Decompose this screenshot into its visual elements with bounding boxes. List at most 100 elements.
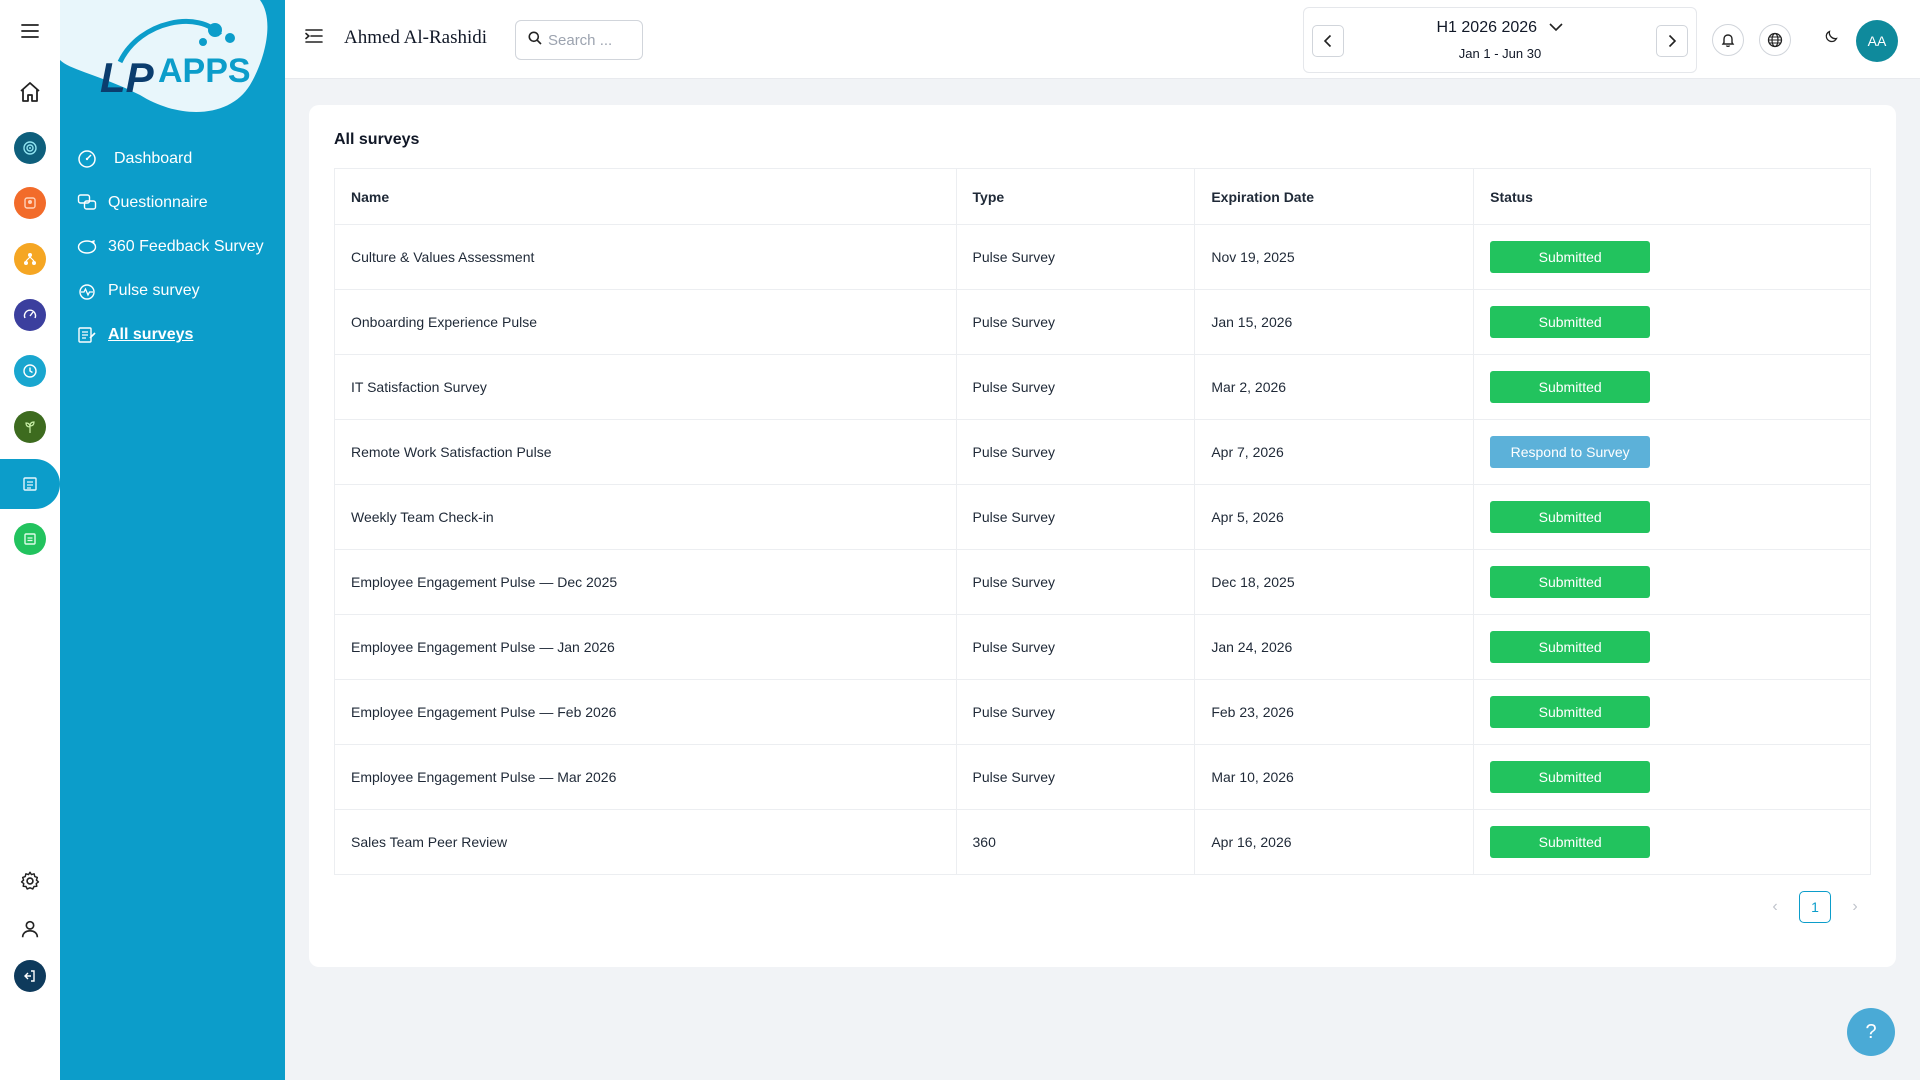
column-header-expiration-date: Expiration Date bbox=[1194, 168, 1475, 225]
sidebar-item-label: All surveys bbox=[108, 326, 194, 343]
module-sidebar: LP APPS Dashboard Questionnaire 360 Feed… bbox=[60, 0, 285, 1080]
sidebar-nav: Dashboard Questionnaire 360 Feedback Sur… bbox=[60, 137, 285, 357]
table-row: Employee Engagement Pulse — Mar 2026 Pul… bbox=[334, 744, 1871, 810]
survey-type: Pulse Survey bbox=[955, 679, 1196, 745]
user-name: Ahmed Al-Rashidi bbox=[344, 27, 488, 48]
survey-type: Pulse Survey bbox=[955, 289, 1196, 355]
survey-type: Pulse Survey bbox=[955, 224, 1196, 290]
survey-type: Pulse Survey bbox=[955, 614, 1196, 680]
search-icon bbox=[528, 31, 542, 50]
survey-type: Pulse Survey bbox=[955, 484, 1196, 550]
status-badge: Submitted bbox=[1490, 501, 1651, 533]
survey-expiration-date: Nov 19, 2025 bbox=[1194, 224, 1475, 290]
table-row: Employee Engagement Pulse — Dec 2025 Pul… bbox=[334, 549, 1871, 615]
survey-name: Employee Engagement Pulse — Jan 2026 bbox=[334, 614, 957, 680]
logout-icon[interactable] bbox=[0, 954, 60, 998]
next-period-button[interactable] bbox=[1656, 25, 1688, 57]
search-input[interactable] bbox=[548, 31, 638, 49]
chat-bubbles-icon bbox=[76, 192, 98, 214]
bell-icon[interactable] bbox=[1712, 24, 1744, 56]
status-badge: Submitted bbox=[1490, 566, 1651, 598]
sidebar-item-pulse-survey[interactable]: Pulse survey bbox=[60, 269, 285, 313]
dark-mode-moon-icon[interactable] bbox=[1824, 28, 1840, 49]
column-header-status: Status bbox=[1473, 168, 1871, 225]
survey-expiration-date: Apr 5, 2026 bbox=[1194, 484, 1475, 550]
status-badge: Submitted bbox=[1490, 696, 1651, 728]
column-header-name: Name bbox=[334, 168, 957, 225]
table-row: IT Satisfaction Survey Pulse Survey Mar … bbox=[334, 354, 1871, 420]
survey-name: Culture & Values Assessment bbox=[334, 224, 957, 290]
status-badge: Submitted bbox=[1490, 241, 1651, 273]
page-number-button[interactable]: 1 bbox=[1799, 891, 1831, 923]
table-row: Weekly Team Check-in Pulse Survey Apr 5,… bbox=[334, 484, 1871, 550]
page-title: All surveys bbox=[334, 131, 420, 148]
table-row: Employee Engagement Pulse — Feb 2026 Pul… bbox=[334, 679, 1871, 745]
svg-text:APPS: APPS bbox=[158, 52, 251, 90]
period-title: H1 2026 2026 bbox=[1436, 19, 1538, 37]
sidebar-item-360-feedback[interactable]: 360 Feedback Survey bbox=[60, 225, 285, 269]
survey-name: IT Satisfaction Survey bbox=[334, 354, 957, 420]
hamburger-menu-icon[interactable] bbox=[0, 9, 60, 53]
table-header-row: Name Type Expiration Date Status bbox=[334, 168, 1871, 225]
sidebar-item-label: 360 Feedback Survey bbox=[108, 238, 264, 255]
home-icon[interactable] bbox=[0, 70, 60, 114]
table-row: Sales Team Peer Review 360 Apr 16, 2026 … bbox=[334, 809, 1871, 875]
svg-text:LP: LP bbox=[100, 54, 155, 101]
settings-gear-icon[interactable] bbox=[0, 859, 60, 903]
gauge-icon bbox=[76, 148, 98, 170]
user-profile-icon[interactable] bbox=[0, 907, 60, 951]
growth-app-icon[interactable] bbox=[0, 405, 60, 449]
next-page-icon[interactable]: › bbox=[1840, 898, 1870, 916]
pulse-survey-icon bbox=[76, 280, 98, 302]
survey-type: Pulse Survey bbox=[955, 419, 1196, 485]
search-box[interactable] bbox=[515, 20, 643, 60]
survey-type: Pulse Survey bbox=[955, 744, 1196, 810]
app-logo: LP APPS bbox=[60, 0, 285, 118]
period-selector: H1 2026 2026 Jan 1 - Jun 30 bbox=[1303, 7, 1697, 73]
survey-name: Onboarding Experience Pulse bbox=[334, 289, 957, 355]
survey-expiration-date: Jan 24, 2026 bbox=[1194, 614, 1475, 680]
status-badge: Submitted bbox=[1490, 631, 1651, 663]
chevron-down-icon bbox=[1549, 19, 1564, 37]
survey-name: Employee Engagement Pulse — Feb 2026 bbox=[334, 679, 957, 745]
help-button[interactable]: ? bbox=[1847, 1008, 1895, 1056]
respond-to-survey-button[interactable]: Respond to Survey bbox=[1490, 436, 1651, 468]
sidebar-item-label: Questionnaire bbox=[108, 194, 208, 211]
survey-name: Sales Team Peer Review bbox=[334, 809, 957, 875]
people-app-icon[interactable] bbox=[0, 181, 60, 225]
survey-expiration-date: Apr 16, 2026 bbox=[1194, 809, 1475, 875]
feedback-360-icon bbox=[76, 236, 98, 258]
survey-type: 360 bbox=[955, 809, 1196, 875]
survey-expiration-date: Jan 15, 2026 bbox=[1194, 289, 1475, 355]
globe-icon[interactable] bbox=[1759, 24, 1791, 56]
clock-app-icon[interactable] bbox=[0, 349, 60, 393]
survey-name: Remote Work Satisfaction Pulse bbox=[334, 419, 957, 485]
status-badge: Submitted bbox=[1490, 826, 1651, 858]
status-badge: Submitted bbox=[1490, 371, 1651, 403]
survey-expiration-date: Feb 23, 2026 bbox=[1194, 679, 1475, 745]
top-bar: Ahmed Al-Rashidi H1 2026 2026 Jan 1 - Ju… bbox=[285, 0, 1920, 79]
sidebar-item-dashboard[interactable]: Dashboard bbox=[60, 137, 285, 181]
survey-app-icon[interactable] bbox=[0, 459, 60, 509]
surveys-card: All surveys Name Type Expiration Date St… bbox=[309, 105, 1896, 967]
survey-expiration-date: Mar 2, 2026 bbox=[1194, 354, 1475, 420]
period-range: Jan 1 - Jun 30 bbox=[1458, 46, 1542, 61]
sidebar-item-label: Dashboard bbox=[114, 150, 193, 167]
network-app-icon[interactable] bbox=[0, 237, 60, 281]
speedometer-app-icon[interactable] bbox=[0, 293, 60, 337]
sidebar-item-questionnaire[interactable]: Questionnaire bbox=[60, 181, 285, 225]
sidebar-item-all-surveys[interactable]: All surveys bbox=[60, 313, 285, 357]
previous-page-icon[interactable]: ‹ bbox=[1760, 898, 1790, 916]
collapse-menu-icon[interactable] bbox=[305, 28, 323, 49]
survey-expiration-date: Dec 18, 2025 bbox=[1194, 549, 1475, 615]
app-rail bbox=[0, 0, 60, 1080]
survey-name: Weekly Team Check-in bbox=[334, 484, 957, 550]
report-app-icon[interactable] bbox=[0, 517, 60, 561]
avatar[interactable]: AA bbox=[1856, 20, 1898, 62]
target-app-icon[interactable] bbox=[0, 126, 60, 170]
surveys-list-icon bbox=[76, 324, 98, 346]
survey-name: Employee Engagement Pulse — Mar 2026 bbox=[334, 744, 957, 810]
survey-type: Pulse Survey bbox=[955, 354, 1196, 420]
sidebar-item-label: Pulse survey bbox=[108, 282, 200, 299]
period-dropdown[interactable]: H1 2026 2026 bbox=[1304, 19, 1696, 37]
